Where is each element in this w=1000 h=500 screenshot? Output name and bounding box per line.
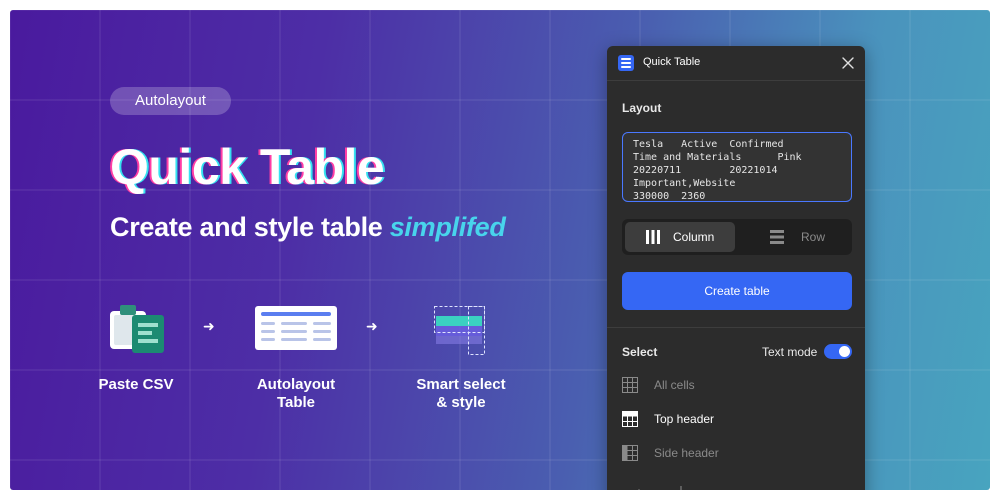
- select-item-label: Side header: [654, 446, 719, 460]
- autolayout-badge: Autolayout: [110, 87, 231, 115]
- csv-input[interactable]: ▬▬▬▬ Tesla Active Confirmed Time and Mat…: [622, 132, 852, 202]
- hero-title: Quick Table: [110, 139, 385, 195]
- select-item-label: Top header: [654, 412, 715, 426]
- csv-line: 330000 2360: [633, 191, 706, 202]
- select-section-label: Select: [622, 345, 658, 359]
- select-top-header[interactable]: Top header: [622, 409, 822, 429]
- feature-label-paste-csv: Paste CSV: [98, 376, 174, 393]
- select-all-cells[interactable]: All cells: [622, 375, 822, 395]
- layout-section-label: Layout: [622, 101, 662, 115]
- row-icon: [770, 230, 784, 244]
- select-item-label: All cells: [654, 378, 695, 392]
- row-option-label: Row: [801, 230, 826, 244]
- csv-content: Tesla Active Confirmed Time and Material…: [633, 138, 841, 202]
- csv-line: Tesla Active Confirmed: [633, 139, 784, 150]
- column-option[interactable]: Column: [625, 222, 735, 252]
- feature-label-autolayout-table: Autolayout Table: [256, 376, 336, 411]
- all-cells-grid-icon: [622, 377, 638, 393]
- create-table-button[interactable]: Create table: [622, 272, 852, 310]
- column-option-label: Column: [673, 230, 715, 244]
- smart-select-icon: [434, 306, 485, 355]
- top-header-grid-icon: [622, 411, 638, 427]
- feature-label-smart-select: Smart select & style: [416, 376, 506, 411]
- hero-subtitle: Create and style table simplifed: [110, 212, 506, 243]
- panel-header: Quick Table: [607, 46, 865, 81]
- csv-line: Important,Website: [633, 178, 736, 189]
- move-arrows-icon[interactable]: [629, 486, 689, 490]
- close-icon[interactable]: [840, 55, 856, 71]
- select-side-header[interactable]: Side header: [622, 443, 822, 463]
- toggle-knob: [839, 346, 850, 357]
- layout-orientation-toggle: Column Row: [622, 219, 852, 255]
- table-layout-icon: [255, 306, 337, 350]
- panel-divider: [607, 327, 865, 328]
- app-logo-icon: [618, 55, 634, 71]
- text-mode-label: Text mode: [762, 345, 818, 359]
- arrow-right-icon: ➜: [366, 318, 378, 334]
- promo-canvas: Autolayout Quick Table Create and style …: [10, 10, 990, 490]
- arrow-right-icon: ➜: [203, 318, 215, 334]
- clipboard-csv-icon: [110, 305, 164, 353]
- hero-subtitle-accent: simplifed: [389, 212, 506, 242]
- column-icon: [646, 230, 660, 244]
- hero-subtitle-main: Create and style table: [110, 212, 383, 242]
- row-option[interactable]: Row: [739, 222, 849, 252]
- panel-title: Quick Table: [643, 56, 701, 68]
- quick-table-plugin-panel: Quick Table Layout ▬▬▬▬ Tesla Active Con…: [607, 46, 865, 490]
- side-header-grid-icon: [622, 445, 638, 461]
- csv-line: 20220711 20221014: [633, 165, 778, 176]
- text-mode-toggle[interactable]: [824, 344, 852, 359]
- csv-line: Time and Materials Pink: [633, 152, 802, 163]
